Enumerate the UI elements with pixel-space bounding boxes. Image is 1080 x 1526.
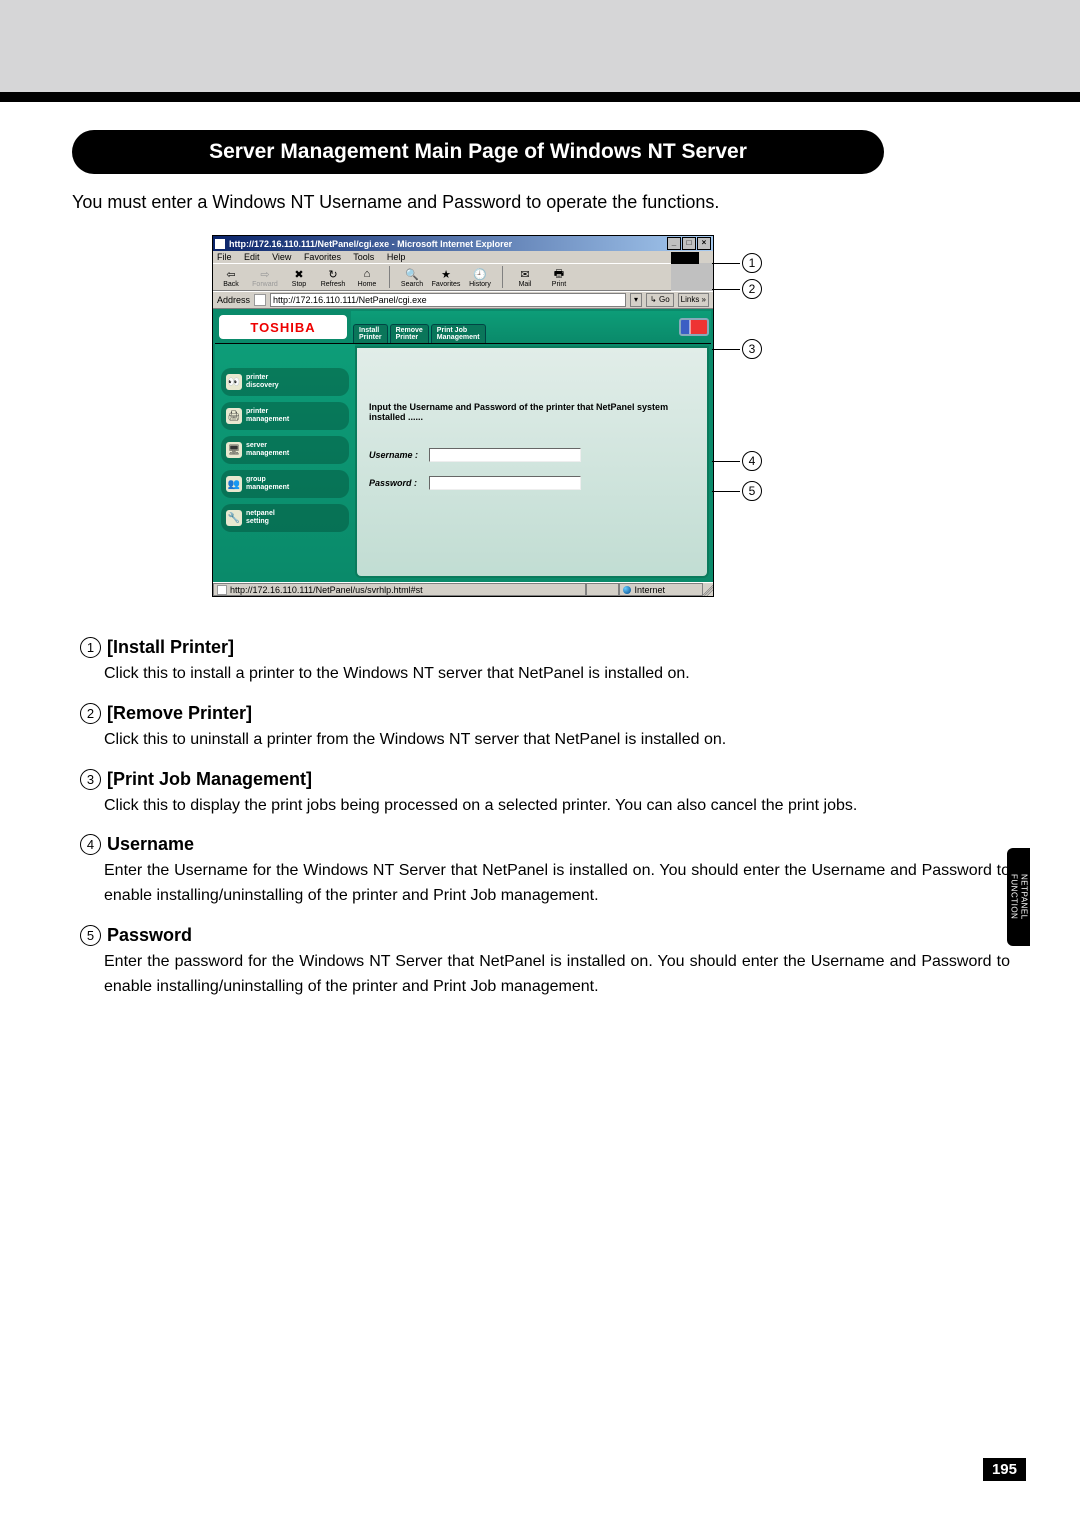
menu-favorites[interactable]: Favorites bbox=[304, 252, 341, 262]
tab-print-job[interactable]: Print Job Management bbox=[431, 324, 486, 343]
links-button[interactable]: Links » bbox=[678, 293, 709, 307]
home-icon: ⌂ bbox=[359, 267, 375, 281]
username-input[interactable] bbox=[429, 448, 581, 462]
printer-icon: 🖨 bbox=[226, 408, 242, 424]
lead-text: You must enter a Windows NT Username and… bbox=[72, 192, 1010, 213]
history-button[interactable]: 🕘 History bbox=[466, 267, 494, 288]
menubar: File Edit View Favorites Tools Help bbox=[213, 251, 713, 263]
page-number: 195 bbox=[983, 1458, 1026, 1481]
minimize-button[interactable]: _ bbox=[667, 237, 681, 250]
page-title: Server Management Main Page of Windows N… bbox=[72, 130, 884, 174]
go-button[interactable]: ↳ Go bbox=[646, 293, 674, 307]
close-button[interactable]: × bbox=[697, 237, 711, 250]
menu-help[interactable]: Help bbox=[387, 252, 406, 262]
toolbar: ⇦ Back ⇨ Forward ✖ Stop ↻ Refresh ⌂ Ho bbox=[213, 263, 671, 291]
refresh-button[interactable]: ↻ Refresh bbox=[319, 267, 347, 288]
def-body-1: Click this to install a printer to the W… bbox=[104, 662, 1010, 687]
zone-label: Internet bbox=[634, 585, 665, 595]
sidebar-item-netpanel-setting[interactable]: 🔧 netpanel setting bbox=[221, 504, 349, 532]
maximize-button[interactable]: □ bbox=[682, 237, 696, 250]
favorites-button[interactable]: ★ Favorites bbox=[432, 267, 460, 288]
callout-1: 1 bbox=[742, 253, 762, 273]
favorites-icon: ★ bbox=[438, 267, 454, 281]
sidebar-item-group-management[interactable]: 👥 group management bbox=[221, 470, 349, 498]
settings-icon: 🔧 bbox=[226, 510, 242, 526]
password-label: Password : bbox=[369, 478, 425, 488]
sidebar-item-printer-management[interactable]: 🖨 printer management bbox=[221, 402, 349, 430]
toolbar-separator bbox=[389, 266, 390, 288]
stop-button[interactable]: ✖ Stop bbox=[285, 267, 313, 288]
print-icon: 🖶 bbox=[551, 267, 567, 281]
def-head-3: 3 [Print Job Management] bbox=[80, 769, 1010, 790]
address-input[interactable]: http://172.16.110.111/NetPanel/cgi.exe bbox=[270, 293, 626, 307]
resize-grip-icon[interactable] bbox=[703, 583, 713, 596]
def-head-4: 4 Username bbox=[80, 834, 1010, 855]
binoculars-icon: 👀 bbox=[226, 374, 242, 390]
window-titlebar: http://172.16.110.111/NetPanel/cgi.exe -… bbox=[213, 236, 713, 251]
callout-4: 4 bbox=[742, 451, 762, 471]
password-input[interactable] bbox=[429, 476, 581, 490]
window-title-text: http://172.16.110.111/NetPanel/cgi.exe -… bbox=[229, 239, 512, 249]
back-arrow-icon: ⇦ bbox=[223, 267, 239, 281]
toolbar-separator bbox=[502, 266, 503, 288]
callout-2: 2 bbox=[742, 279, 762, 299]
server-icon: 🖥 bbox=[226, 442, 242, 458]
address-dropdown-icon[interactable]: ▾ bbox=[630, 293, 642, 307]
page-icon bbox=[254, 294, 266, 306]
login-prompt: Input the Username and Password of the p… bbox=[369, 402, 695, 422]
mail-button[interactable]: ✉ Mail bbox=[511, 267, 539, 288]
forward-button[interactable]: ⇨ Forward bbox=[251, 267, 279, 288]
group-icon: 👥 bbox=[226, 476, 242, 492]
sidebar-item-server-management[interactable]: 🖥 server management bbox=[221, 436, 349, 464]
sidebar-item-printer-discovery[interactable]: 👀 printer discovery bbox=[221, 368, 349, 396]
back-button[interactable]: ⇦ Back bbox=[217, 267, 245, 288]
menu-tools[interactable]: Tools bbox=[353, 252, 374, 262]
callout-3: 3 bbox=[742, 339, 762, 359]
home-button[interactable]: ⌂ Home bbox=[353, 267, 381, 288]
def-body-5: Enter the password for the Windows NT Se… bbox=[104, 950, 1010, 1000]
username-label: Username : bbox=[369, 450, 425, 460]
stop-icon: ✖ bbox=[291, 267, 307, 281]
def-body-2: Click this to uninstall a printer from t… bbox=[104, 728, 1010, 753]
page-icon bbox=[217, 585, 227, 595]
refresh-icon: ↻ bbox=[325, 267, 341, 281]
netpanel-frame: TOSHIBA Install Printer Remove Printer P… bbox=[213, 309, 713, 582]
search-icon: 🔍 bbox=[404, 267, 420, 281]
menu-file[interactable]: File bbox=[217, 252, 232, 262]
toshiba-logo: TOSHIBA bbox=[217, 313, 349, 341]
ie-icon bbox=[215, 239, 225, 249]
forward-arrow-icon: ⇨ bbox=[257, 267, 273, 281]
ie-logo-icon bbox=[671, 252, 699, 264]
netpanel-main: Input the Username and Password of the p… bbox=[355, 346, 709, 578]
history-icon: 🕘 bbox=[472, 267, 488, 281]
language-flag-icon[interactable] bbox=[679, 318, 709, 336]
section-side-tab: NETPANEL FUNCTION bbox=[1007, 848, 1030, 946]
address-label: Address bbox=[217, 295, 250, 305]
black-separator bbox=[0, 92, 1080, 102]
netpanel-sidebar: 👀 printer discovery 🖨 printer management… bbox=[215, 344, 355, 580]
tab-remove-printer[interactable]: Remove Printer bbox=[390, 324, 429, 343]
internet-zone-icon bbox=[623, 586, 631, 594]
tab-strip: Install Printer Remove Printer Print Job… bbox=[351, 311, 711, 343]
status-bar: http://172.16.110.111/NetPanel/us/svrhlp… bbox=[213, 582, 713, 596]
menu-edit[interactable]: Edit bbox=[244, 252, 260, 262]
mail-icon: ✉ bbox=[517, 267, 533, 281]
def-head-1: 1 [Install Printer] bbox=[80, 637, 1010, 658]
status-text: http://172.16.110.111/NetPanel/us/svrhlp… bbox=[230, 585, 423, 595]
menu-view[interactable]: View bbox=[272, 252, 291, 262]
definitions-list: 1 [Install Printer] Click this to instal… bbox=[72, 637, 1010, 1000]
tab-install-printer[interactable]: Install Printer bbox=[353, 324, 388, 343]
callout-5: 5 bbox=[742, 481, 762, 501]
print-button[interactable]: 🖶 Print bbox=[545, 267, 573, 288]
page-header-band bbox=[0, 0, 1080, 92]
def-body-4: Enter the Username for the Windows NT Se… bbox=[104, 859, 1010, 909]
address-bar: Address http://172.16.110.111/NetPanel/c… bbox=[213, 291, 713, 309]
def-body-3: Click this to display the print jobs bei… bbox=[104, 794, 1010, 819]
def-head-5: 5 Password bbox=[80, 925, 1010, 946]
def-head-2: 2 [Remove Printer] bbox=[80, 703, 1010, 724]
ie-window: http://172.16.110.111/NetPanel/cgi.exe -… bbox=[212, 235, 714, 597]
search-button[interactable]: 🔍 Search bbox=[398, 267, 426, 288]
